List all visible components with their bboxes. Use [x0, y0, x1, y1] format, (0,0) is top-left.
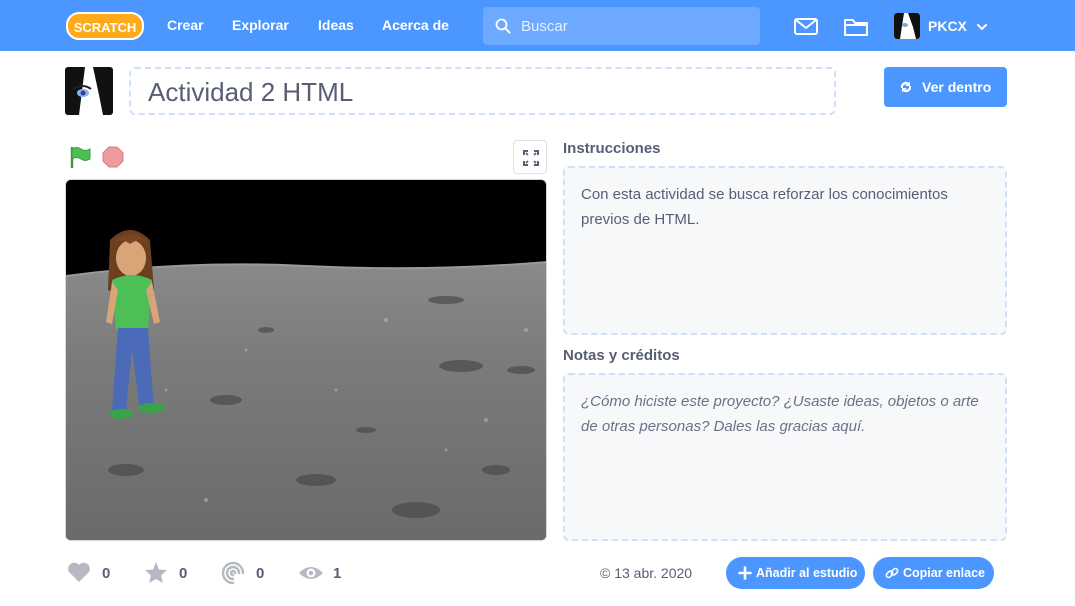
scratch-logo-text: SCRATCH: [74, 20, 137, 35]
project-title: Actividad 2 HTML: [148, 77, 354, 107]
nav-ideas[interactable]: Ideas: [318, 0, 354, 51]
remix-icon: [221, 561, 245, 585]
avatar: [894, 13, 920, 39]
remix-stat: 0: [221, 561, 281, 585]
nav-about[interactable]: Acerca de: [382, 0, 449, 51]
love-stat[interactable]: 0: [67, 561, 127, 585]
instructions-box[interactable]: Con esta actividad se busca reforzar los…: [563, 166, 1007, 335]
fullscreen-icon: [523, 150, 539, 166]
notes-heading: Notas y créditos: [563, 347, 680, 364]
notes-placeholder: ¿Cómo hiciste este proyecto? ¿Usaste ide…: [581, 393, 979, 435]
messages-icon[interactable]: [793, 14, 819, 38]
stage-scene: [66, 180, 546, 540]
scratch-logo[interactable]: SCRATCH: [66, 11, 144, 41]
account-menu[interactable]: PKCX: [894, 13, 994, 39]
favorite-stat[interactable]: 0: [144, 561, 204, 585]
project-stage[interactable]: [65, 179, 547, 541]
username: PKCX: [928, 18, 967, 34]
search-box[interactable]: [483, 7, 760, 45]
copy-link-button[interactable]: Copiar enlace: [873, 557, 994, 589]
project-author-avatar[interactable]: [65, 67, 113, 115]
plus-icon: [738, 566, 752, 580]
chevron-down-icon: [977, 24, 987, 31]
love-count: 0: [102, 565, 111, 582]
link-icon: [885, 567, 899, 579]
project-title-field[interactable]: Actividad 2 HTML: [129, 67, 836, 115]
add-to-studio-button[interactable]: Añadir al estudio: [726, 557, 865, 589]
add-to-studio-label: Añadir al estudio: [756, 566, 858, 580]
my-stuff-icon[interactable]: [843, 14, 869, 38]
instructions-text: Con esta actividad se busca reforzar los…: [581, 186, 948, 228]
nav-create[interactable]: Crear: [167, 0, 204, 51]
views-icon: [299, 567, 323, 579]
instructions-heading: Instrucciones: [563, 140, 661, 157]
stop-icon[interactable]: [102, 146, 124, 168]
nav-explore[interactable]: Explorar: [232, 0, 289, 51]
heart-icon: [68, 562, 90, 582]
fullscreen-button[interactable]: [513, 140, 547, 174]
star-icon: [145, 562, 167, 583]
see-inside-label: Ver dentro: [922, 79, 992, 95]
search-input[interactable]: [521, 7, 751, 45]
views-count: 1: [333, 565, 342, 582]
notes-box[interactable]: ¿Cómo hiciste este proyecto? ¿Usaste ide…: [563, 373, 1007, 541]
see-inside-icon: [900, 81, 912, 93]
remix-count: 0: [256, 565, 265, 582]
see-inside-button[interactable]: Ver dentro: [884, 67, 1007, 107]
copy-link-label: Copiar enlace: [903, 566, 985, 580]
favorite-count: 0: [179, 565, 188, 582]
top-nav: SCRATCH Crear Explorar Ideas Acerca de P…: [0, 0, 1075, 51]
search-icon: [495, 18, 511, 34]
share-date: © 13 abr. 2020: [600, 565, 693, 581]
views-stat: 1: [298, 561, 358, 585]
green-flag-icon[interactable]: [69, 146, 93, 168]
